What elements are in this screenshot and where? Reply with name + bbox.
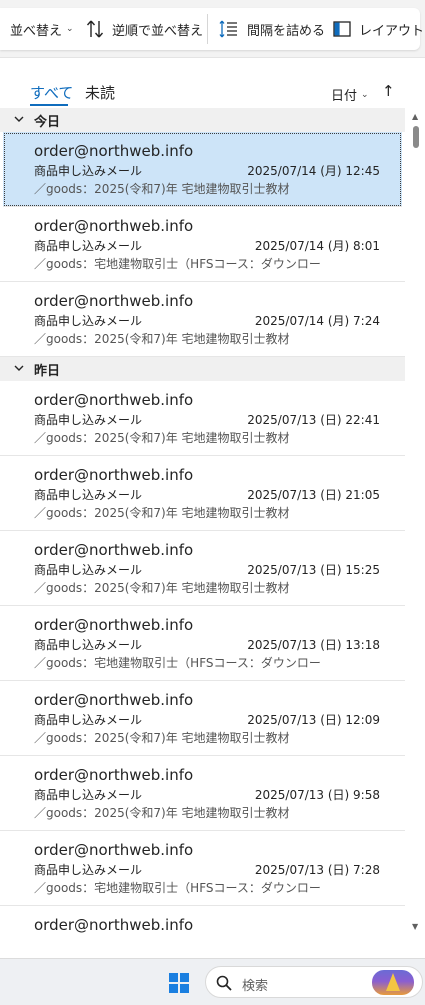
received-date: 2025/07/13 (日) 9:58	[254, 788, 380, 802]
preview-text: ／goods：2025(令和7)年 宅地建物取引士教材	[34, 581, 290, 595]
message-item[interactable]: order@northweb.info 商品申し込みメール 2025/07/13 (…	[0, 756, 405, 831]
group-label: 昨日	[34, 363, 61, 379]
preview-text: ／goods：2025(令和7)年 宅地建物取引士教材	[34, 182, 290, 196]
received-date: 2025/07/13 (日) 15:25	[247, 563, 380, 577]
sender: order@northweb.info	[34, 841, 194, 859]
group-header[interactable]: 今日	[0, 108, 405, 132]
preview-text: ／goods：宅地建物取引士（HFSコース：ダウンロー	[34, 881, 321, 895]
windows-start-icon[interactable]	[169, 973, 189, 993]
received-date: 2025/07/13 (日) 22:41	[247, 413, 380, 427]
sort-label: 並べ替え	[10, 23, 63, 39]
received-date: 2025/07/13 (日) 13:18	[247, 638, 380, 652]
received-date: 2025/07/14 (月) 7:24	[254, 314, 380, 328]
preview-text: ／goods：2025(令和7)年 宅地建物取引士教材	[34, 806, 290, 820]
sort-button[interactable]: 並べ替え ⌄	[10, 8, 74, 50]
message-list: 今日 order@northweb.info 商品申し込みメール 2025/07/14…	[0, 108, 405, 938]
ribbon-toolbar-panel: 並べ替え ⌄ 逆順で並べ替え 間隔を詰める レイアウト ⌄	[0, 8, 424, 50]
message-item[interactable]: order@northweb.info 商品申し込みメール 2025/07/13 (…	[0, 681, 405, 756]
layout-label: レイアウト	[359, 23, 425, 39]
taskbar: 検索	[0, 958, 425, 1005]
taskbar-search-box[interactable]: 検索	[205, 966, 423, 998]
sort-by-dropdown[interactable]: 日付 ⌄	[331, 85, 369, 104]
layout-icon	[333, 21, 351, 37]
subject: 商品申し込みメール	[34, 638, 143, 652]
subject: 商品申し込みメール	[34, 563, 143, 577]
received-date: 2025/07/13 (日) 7:28	[254, 863, 380, 877]
group-label: 今日	[34, 114, 61, 130]
subject: 商品申し込みメール	[34, 413, 143, 427]
subject: 商品申し込みメール	[34, 164, 143, 178]
received-date: 2025/07/14 (月) 12:45	[247, 164, 380, 178]
message-item[interactable]: order@northweb.info 商品申し込みメール 2025/07/13 (…	[0, 531, 405, 606]
search-highlight-image[interactable]	[372, 970, 414, 995]
sender: order@northweb.info	[34, 391, 194, 409]
sort-by-label: 日付	[331, 89, 358, 104]
search-placeholder: 検索	[242, 979, 269, 994]
sender: order@northweb.info	[34, 766, 194, 784]
compact-spacing-button[interactable]: 間隔を詰める	[219, 8, 325, 50]
compact-spacing-label: 間隔を詰める	[247, 23, 326, 39]
subject: 商品申し込みメール	[34, 488, 143, 502]
subject: 商品申し込みメール	[34, 788, 143, 802]
filter-tabs: すべて 未読 日付 ⌄ ↑	[0, 66, 425, 108]
sender: order@northweb.info	[34, 217, 194, 235]
subject: 商品申し込みメール	[34, 863, 143, 877]
preview-text: ／goods：2025(令和7)年 宅地建物取引士教材	[34, 506, 290, 520]
received-date: 2025/07/13 (日) 21:05	[247, 488, 380, 502]
tab-unread[interactable]: 未読	[85, 82, 115, 103]
message-item[interactable]: order@northweb.info 商品申し込みメール 2025/07/13 (…	[0, 606, 405, 681]
subject: 商品申し込みメール	[34, 713, 143, 727]
sender: order@northweb.info	[34, 466, 194, 484]
reverse-sort-label: 逆順で並べ替え	[112, 23, 204, 39]
group-header[interactable]: 昨日	[0, 357, 405, 381]
tab-all[interactable]: すべて	[30, 82, 73, 103]
chevron-down-icon: ⌄	[66, 24, 74, 34]
subject: 商品申し込みメール	[34, 239, 143, 253]
sender: order@northweb.info	[34, 916, 194, 934]
chevron-down-icon[interactable]	[13, 362, 25, 378]
message-item[interactable]: order@northweb.info 商品申し込みメール 2025/07/14 (…	[0, 282, 405, 357]
sender: order@northweb.info	[34, 541, 194, 559]
active-tab-indicator	[30, 104, 68, 106]
message-item[interactable]: order@northweb.info	[0, 906, 405, 938]
scroll-down-icon[interactable]: ▼	[412, 922, 418, 931]
received-date: 2025/07/14 (月) 8:01	[254, 239, 380, 253]
preview-text: ／goods：2025(令和7)年 宅地建物取引士教材	[34, 731, 290, 745]
layout-button[interactable]: レイアウト ⌄	[333, 8, 425, 50]
preview-text: ／goods：宅地建物取引士（HFSコース：ダウンロー	[34, 656, 321, 670]
scrollbar-thumb[interactable]	[413, 126, 419, 148]
chevron-down-icon: ⌄	[361, 89, 369, 100]
preview-text: ／goods：2025(令和7)年 宅地建物取引士教材	[34, 431, 290, 445]
preview-text: ／goods：2025(令和7)年 宅地建物取引士教材	[34, 332, 290, 346]
compact-spacing-icon	[219, 19, 239, 39]
preview-text: ／goods：宅地建物取引士（HFSコース：ダウンロー	[34, 257, 321, 271]
message-item[interactable]: order@northweb.info 商品申し込みメール 2025/07/13 (…	[0, 456, 405, 531]
received-date: 2025/07/13 (日) 12:09	[247, 713, 380, 727]
sender: order@northweb.info	[34, 691, 194, 709]
scrollbar[interactable]: ▲ ▼	[407, 108, 425, 938]
sender: order@northweb.info	[34, 616, 194, 634]
search-icon	[216, 975, 232, 995]
reverse-sort-button[interactable]: 逆順で並べ替え	[86, 8, 203, 50]
chevron-down-icon[interactable]	[13, 113, 25, 129]
message-item[interactable]: order@northweb.info 商品申し込みメール 2025/07/14 (…	[3, 132, 402, 207]
message-item[interactable]: order@northweb.info 商品申し込みメール 2025/07/14 (…	[0, 207, 405, 282]
toolbar-divider	[207, 14, 208, 44]
message-list-pane: すべて 未読 日付 ⌄ ↑ 今日 order@northweb.info 商品申し込…	[0, 66, 425, 938]
sender: order@northweb.info	[34, 292, 194, 310]
scroll-up-icon[interactable]: ▲	[412, 112, 418, 121]
ribbon-toolbar: 並べ替え ⌄ 逆順で並べ替え 間隔を詰める レイアウト ⌄	[0, 0, 425, 58]
reverse-sort-icon	[86, 19, 104, 39]
message-item[interactable]: order@northweb.info 商品申し込みメール 2025/07/13 (…	[0, 831, 405, 906]
message-item[interactable]: order@northweb.info 商品申し込みメール 2025/07/13 (…	[0, 381, 405, 456]
subject: 商品申し込みメール	[34, 314, 143, 328]
sender: order@northweb.info	[34, 142, 194, 160]
sort-direction-arrow-up-icon[interactable]: ↑	[382, 82, 395, 100]
